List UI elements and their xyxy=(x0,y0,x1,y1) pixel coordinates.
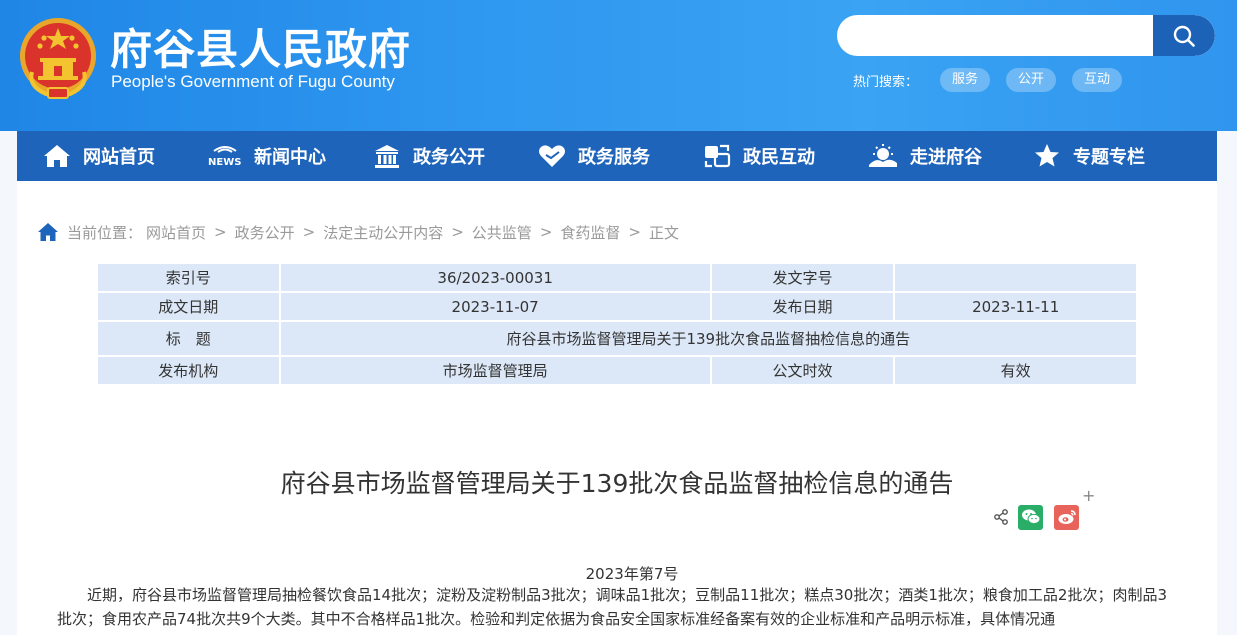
breadcrumb-separator: > xyxy=(451,223,464,241)
hot-tag-interaction[interactable]: 互动 xyxy=(1072,68,1123,92)
weibo-icon[interactable] xyxy=(1054,504,1079,530)
article-body: 近期，府谷县市场监督管理局抽检餐饮食品14批次；淀粉及淀粉制品3批次；调味品1批… xyxy=(57,586,1167,628)
meta-value: 2023-11-07 xyxy=(278,291,712,322)
wechat-icon[interactable] xyxy=(1018,504,1043,530)
hot-tag-public[interactable]: 公开 xyxy=(1006,68,1057,92)
landscape-icon xyxy=(869,144,897,167)
breadcrumb-separator: > xyxy=(214,223,227,241)
nav-item-label: 网站首页 xyxy=(83,147,155,168)
breadcrumb-link[interactable]: 法定主动公开内容 xyxy=(323,222,443,243)
nav-item-label: 政民互动 xyxy=(743,147,815,168)
main-nav: 网站首页 NEWS 新闻中心 政务公开 政务服务 政民互动 走进府谷 专题专栏 xyxy=(17,131,1217,181)
breadcrumb-link[interactable]: 食药监督 xyxy=(560,222,620,243)
meta-value: 36/2023-00031 xyxy=(278,262,712,293)
meta-value: 市场监督管理局 xyxy=(278,355,712,386)
search-box xyxy=(837,15,1215,56)
meta-value: 有效 xyxy=(893,355,1138,386)
svg-text:NEWS: NEWS xyxy=(208,157,241,168)
document-meta-table: 索引号 36/2023-00031 发文字号 成文日期 2023-11-07 发… xyxy=(96,262,1139,386)
meta-label: 成文日期 xyxy=(96,291,281,322)
nav-item-news[interactable]: NEWS 新闻中心 xyxy=(182,131,347,181)
breadcrumb: 当前位置： 网站首页 > 政务公开 > 法定主动公开内容 > 公共监管 > 食药… xyxy=(37,221,679,243)
nav-item-label: 新闻中心 xyxy=(254,147,326,168)
site-subtitle: People's Government of Fugu County xyxy=(111,72,395,91)
nav-item-label: 走进府谷 xyxy=(910,147,982,168)
document-number: 2023年第7号 xyxy=(585,565,679,583)
nav-item-gov-service[interactable]: 政务服务 xyxy=(512,131,677,181)
hot-tag-service[interactable]: 服务 xyxy=(940,68,991,92)
heart-service-icon xyxy=(539,145,565,167)
site-header: 府谷县人民政府 People's Government of Fugu Coun… xyxy=(0,0,1237,131)
breadcrumb-separator: > xyxy=(302,223,316,241)
share-bar xyxy=(992,503,1079,531)
breadcrumb-separator: > xyxy=(539,223,553,241)
meta-label: 发布机构 xyxy=(96,355,281,386)
nav-item-label: 政务公开 xyxy=(413,147,485,168)
meta-label: 发文字号 xyxy=(709,262,896,293)
nav-item-special-topics[interactable]: 专题专栏 xyxy=(1007,131,1172,181)
share-icon[interactable] xyxy=(992,508,1010,526)
meta-label: 索引号 xyxy=(96,262,281,293)
meta-value xyxy=(893,262,1138,293)
search-button[interactable] xyxy=(1153,15,1215,56)
table-row: 成文日期 2023-11-07 发布日期 2023-11-11 xyxy=(96,291,1138,322)
meta-label: 标 题 xyxy=(96,320,281,357)
content-panel: 当前位置： 网站首页 > 政务公开 > 法定主动公开内容 > 公共监管 > 食药… xyxy=(17,181,1217,635)
breadcrumb-link[interactable]: 网站首页 xyxy=(146,222,206,243)
news-icon: NEWS xyxy=(208,146,241,168)
hot-search-label: 热门搜索： xyxy=(853,74,919,90)
meta-label: 发布日期 xyxy=(709,291,896,322)
meta-value: 2023-11-11 xyxy=(893,291,1138,322)
nav-item-label: 政务服务 xyxy=(578,147,650,168)
site-title: 府谷县人民政府 xyxy=(110,25,412,74)
nav-item-home[interactable]: 网站首页 xyxy=(17,131,182,181)
nav-item-interaction[interactable]: 政民互动 xyxy=(677,131,842,181)
breadcrumb-link[interactable]: 政务公开 xyxy=(235,222,295,243)
nav-item-gov-public[interactable]: 政务公开 xyxy=(347,131,512,181)
nav-item-label: 专题专栏 xyxy=(1073,147,1145,168)
meta-value: 府谷县市场监督管理局关于139批次食品监督抽检信息的通告 xyxy=(278,320,1139,357)
national-emblem-icon xyxy=(18,14,98,100)
table-row: 发布机构 市场监督管理局 公文时效 有效 xyxy=(96,355,1138,386)
breadcrumb-label: 当前位置： xyxy=(67,223,143,242)
interaction-icon xyxy=(704,144,731,168)
search-input[interactable] xyxy=(837,15,1153,56)
meta-label: 公文时效 xyxy=(709,355,896,386)
government-building-icon xyxy=(375,145,399,168)
more-share-button[interactable]: + xyxy=(1082,486,1095,505)
hot-search: 热门搜索： 服务 公开 互动 xyxy=(853,68,1138,92)
table-row: 索引号 36/2023-00031 发文字号 xyxy=(96,262,1138,293)
breadcrumb-link[interactable]: 公共监管 xyxy=(472,222,532,243)
home-icon xyxy=(38,223,58,241)
breadcrumb-separator: > xyxy=(628,223,641,241)
search-icon xyxy=(1173,25,1195,47)
nav-item-explore-fugu[interactable]: 走进府谷 xyxy=(842,131,1007,181)
table-row: 标 题 府谷县市场监督管理局关于139批次食品监督抽检信息的通告 xyxy=(96,320,1139,357)
breadcrumb-current: 正文 xyxy=(648,223,679,242)
home-icon xyxy=(44,145,70,167)
star-badge-icon xyxy=(1035,144,1059,167)
article-title: 府谷县市场监督管理局关于139批次食品监督抽检信息的通告 xyxy=(280,469,954,498)
